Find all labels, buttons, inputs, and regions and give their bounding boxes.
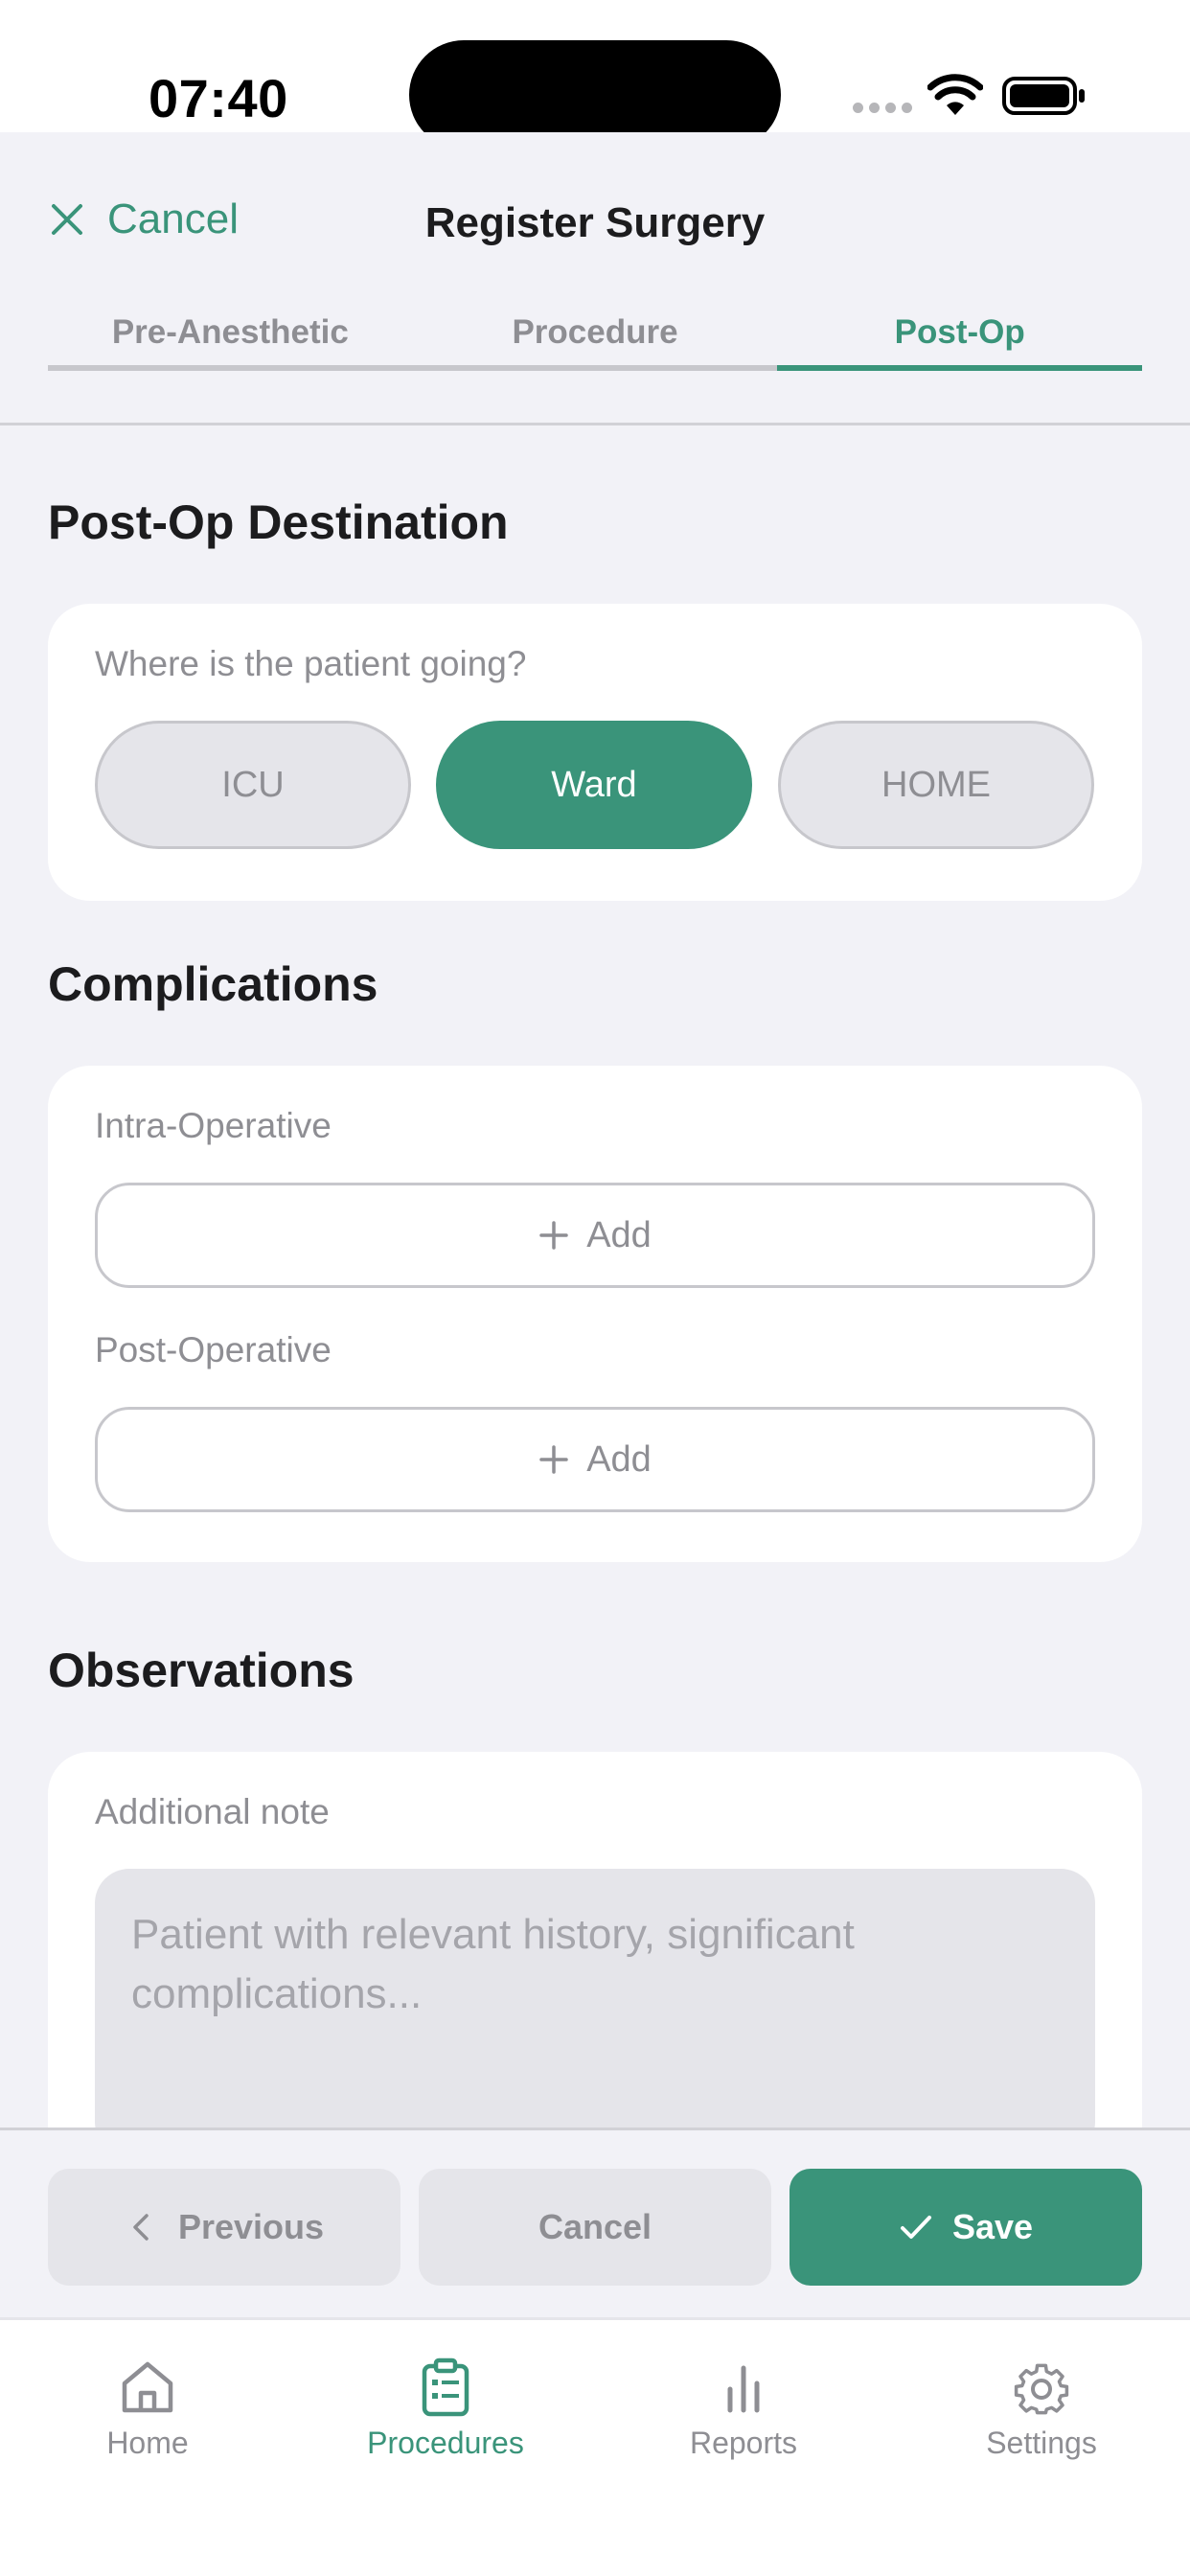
cancel-button[interactable]: Cancel (419, 2169, 771, 2286)
section-title-destination: Post-Op Destination (48, 495, 509, 549)
cancel-label: Cancel (538, 2207, 652, 2246)
status-time: 07:40 (149, 68, 288, 128)
intra-operative-label: Intra-Operative (95, 1106, 332, 1145)
form-content[interactable]: Post-Op Destination Where is the patient… (0, 426, 1190, 2128)
tab-bar-item-settings[interactable]: Settings (936, 2357, 1147, 2461)
plus-icon (539, 1445, 568, 1474)
destination-option-icu[interactable]: ICU (95, 721, 411, 849)
tab-pre-anesthetic[interactable]: Pre-Anesthetic (48, 310, 413, 371)
checkmark-icon (900, 2216, 931, 2239)
add-post-operative-button[interactable]: Add (95, 1407, 1095, 1512)
add-intra-operative-button[interactable]: Add (95, 1183, 1095, 1288)
add-intra-label: Add (586, 1214, 652, 1255)
previous-label: Previous (177, 2207, 325, 2246)
status-bar: 07:40 (0, 0, 1190, 150)
previous-button[interactable]: Previous (48, 2169, 400, 2286)
tab-bar-label-settings: Settings (986, 2426, 1097, 2460)
battery-icon (1002, 77, 1085, 115)
save-button[interactable]: Save (790, 2169, 1142, 2286)
section-title-complications: Complications (48, 957, 378, 1011)
complications-card: Intra-Operative Add Post-Operative Add (48, 1066, 1142, 1562)
tab-procedure[interactable]: Procedure (412, 310, 778, 371)
tab-bar-label-home: Home (106, 2426, 189, 2460)
destination-option-home[interactable]: HOME (778, 721, 1094, 849)
additional-note-input[interactable]: Patient with relevant history, significa… (95, 1869, 1095, 2128)
bar-chart-icon (727, 2365, 760, 2413)
tab-bar-label-reports: Reports (689, 2426, 798, 2460)
cellular-signal-icon (853, 103, 912, 113)
home-icon (122, 2361, 173, 2413)
clipboard-icon (422, 2358, 469, 2417)
additional-note-label: Additional note (95, 1792, 330, 1831)
tab-post-op[interactable]: Post-Op (777, 310, 1143, 371)
destination-option-ward[interactable]: Ward (436, 721, 752, 849)
chevron-left-icon (133, 2214, 149, 2241)
page-title: Register Surgery (424, 199, 766, 246)
gear-icon (1014, 2363, 1069, 2415)
action-bar: Previous Cancel Save (0, 2128, 1190, 2317)
tab-bar-item-reports[interactable]: Reports (638, 2357, 849, 2461)
destination-question: Where is the patient going? (95, 644, 527, 683)
destination-card: Where is the patient going? ICU Ward HOM… (48, 604, 1142, 901)
tab-bar: Home Procedures Reports Settings (0, 2317, 1190, 2576)
section-title-observations: Observations (48, 1644, 355, 1697)
save-label: Save (951, 2207, 1034, 2246)
tab-bar-item-home[interactable]: Home (42, 2357, 253, 2461)
post-operative-label: Post-Operative (95, 1330, 332, 1369)
observations-card: Additional note Patient with relevant hi… (48, 1752, 1142, 2128)
tab-bar-label-procedures: Procedures (367, 2426, 524, 2460)
add-post-label: Add (586, 1438, 652, 1480)
plus-icon (539, 1221, 568, 1250)
wifi-icon (927, 74, 983, 115)
header: Cancel Register Surgery Pre-Anesthetic P… (0, 132, 1190, 426)
step-tabs: Pre-Anesthetic Procedure Post-Op (48, 310, 1143, 371)
tab-bar-item-procedures[interactable]: Procedures (340, 2357, 551, 2461)
